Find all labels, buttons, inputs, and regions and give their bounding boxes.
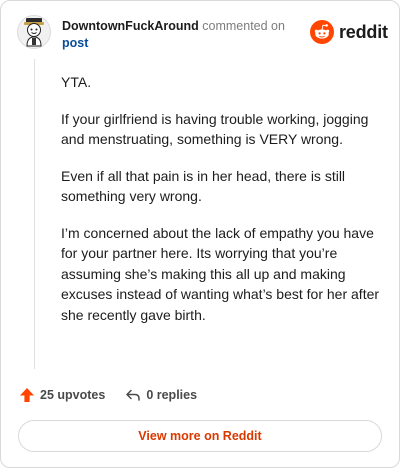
avatar-icon: [17, 15, 51, 49]
replies-count: 0 replies: [146, 388, 198, 402]
reddit-wordmark: reddit: [339, 21, 388, 42]
comment-embed-card: DowntownFuckAround commented on post red…: [0, 0, 400, 468]
upvote-arrow-icon: [20, 388, 34, 402]
comment-paragraph: If your girlfriend is having trouble wor…: [61, 110, 369, 148]
comment-paragraph: I’m concerned about the lack of empathy …: [61, 224, 380, 323]
comment-actions: 25 upvotes 0 replies: [19, 387, 197, 403]
reply-arrow-icon: [126, 389, 141, 401]
avatar[interactable]: [17, 15, 51, 49]
comment-action-text: commented on: [202, 19, 285, 33]
comment-paragraph: YTA.: [61, 74, 92, 90]
post-link[interactable]: post: [62, 36, 88, 50]
replies-button[interactable]: 0 replies: [125, 387, 197, 403]
comment-body: YTA. If your girlfriend is having troubl…: [61, 72, 381, 341]
upvotes-button[interactable]: 25 upvotes: [19, 387, 105, 403]
upvotes-count: 25 upvotes: [40, 388, 106, 402]
reddit-alien-icon: [310, 20, 334, 44]
comment-paragraph: Even if all that pain is in her head, th…: [61, 167, 346, 205]
comment-header: DowntownFuckAround commented on post: [62, 18, 302, 52]
view-more-button[interactable]: View more on Reddit: [18, 420, 382, 452]
author-name[interactable]: DowntownFuckAround: [62, 19, 199, 33]
thread-line: [34, 59, 35, 369]
reddit-logo[interactable]: reddit: [310, 20, 388, 44]
